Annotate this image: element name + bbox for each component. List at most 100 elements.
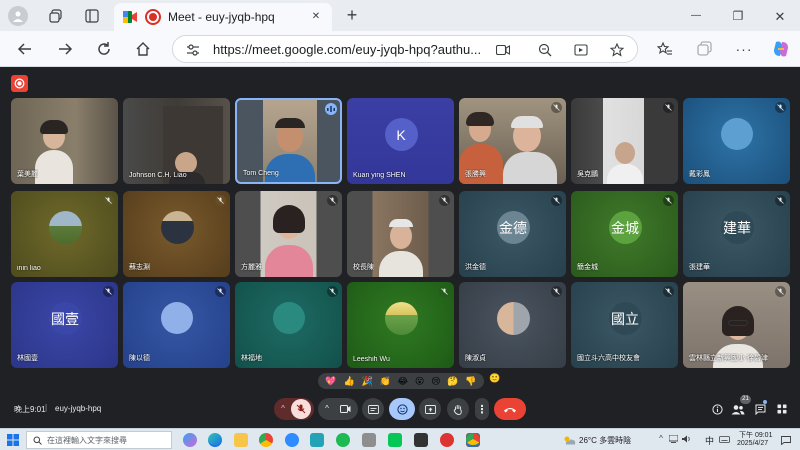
participant-tile[interactable]: K Kuan ying SHEN [347,98,454,184]
windows-start-icon[interactable] [6,433,20,447]
favorites-icon[interactable] [656,40,674,58]
leave-call-button[interactable] [494,398,526,420]
edge-taskbar-icon[interactable] [208,433,222,447]
reaction-party[interactable]: 🎉 [361,376,372,386]
reaction-thumbs-up[interactable]: 👍 [343,376,354,386]
line-app-icon[interactable] [388,433,402,447]
chat-icon[interactable] [753,402,767,416]
people-icon[interactable] [730,402,746,416]
close-window-icon[interactable]: ✕ [772,8,788,24]
reaction-skin-tone[interactable]: 🙂 [489,374,500,383]
reaction-laugh[interactable]: 😂 [398,376,409,386]
forward-icon[interactable] [56,40,74,58]
game-app-icon[interactable] [440,433,454,447]
reaction-sad[interactable]: 😢 [431,376,440,386]
camera-toggle-button[interactable] [336,400,354,418]
read-aloud-icon[interactable] [573,42,589,58]
recording-indicator-icon[interactable] [11,75,28,92]
participant-tile-active-speaker[interactable]: Tom Cheng [235,98,342,184]
participant-tile[interactable]: 張勝興 [459,98,566,184]
zoom-icon[interactable] [537,42,553,58]
raise-hand-button[interactable] [447,398,469,420]
keyboard-icon[interactable] [718,434,730,444]
ime-indicator[interactable]: 中 [705,434,714,447]
emoji-reactions-button[interactable] [389,398,415,420]
participant-name: 方麗雅 [241,264,262,271]
media-app-icon[interactable] [414,433,428,447]
taskbar-search-placeholder: 在這裡輸入文字來搜尋 [47,436,127,445]
new-tab-icon[interactable]: + [343,6,361,24]
camera-options-chevron-icon[interactable]: ^ [321,403,333,415]
minimize-icon[interactable]: — [688,8,704,24]
site-info-icon[interactable] [185,42,201,58]
participant-tile[interactable]: 戴彩鳳 [683,98,790,184]
home-icon[interactable] [134,40,152,58]
reaction-thinking[interactable]: 🤔 [447,376,458,386]
reaction-heart[interactable]: 💖 [325,376,336,386]
participant-tile[interactable]: 蘇志淵 [123,191,230,277]
url-text[interactable]: https://meet.google.com/euy-jyqb-hpq?aut… [213,42,489,57]
participant-tile[interactable]: 方麗雅 [235,191,342,277]
tray-overflow-icon[interactable]: ^ [656,434,666,444]
activities-icon[interactable] [775,402,789,416]
participant-tile[interactable]: 陳淑貞 [459,282,566,368]
back-icon[interactable] [16,40,34,58]
meeting-info-icon[interactable] [710,402,724,416]
network-icon[interactable] [668,434,678,444]
more-options-icon[interactable]: ··· [735,40,753,58]
captions-button[interactable] [362,398,384,420]
mic-toggle-button[interactable] [291,399,311,419]
spotify-icon[interactable] [336,433,350,447]
more-options-button[interactable]: ⋮ [475,398,489,420]
participant-tile[interactable]: 雲林縣立新興國小 徐碧津 [683,282,790,368]
weather-text[interactable]: 26°C 多雲時陰 [579,435,631,446]
collections-icon[interactable] [696,40,714,58]
participant-avatar: 國立 [608,302,642,336]
address-bar[interactable]: https://meet.google.com/euy-jyqb-hpq?aut… [172,35,638,63]
participant-tile[interactable]: 國立 國立斗六高中校友會 [571,282,678,368]
participant-tile[interactable]: 林福地 [235,282,342,368]
participant-avatar: 國壹 [48,302,82,336]
clock-time[interactable]: 下午 09:01 [739,430,772,440]
notes-app-icon[interactable] [362,433,376,447]
copilot-icon[interactable] [771,39,791,59]
close-tab-icon[interactable]: ✕ [310,11,322,23]
participant-tile[interactable]: 校長陳 [347,191,454,277]
participant-tile[interactable]: inin liao [11,191,118,277]
participant-tile[interactable]: 金城 簡金城 [571,191,678,277]
default-avatar-icon [160,302,193,335]
reaction-clap[interactable]: 👏 [380,376,391,386]
zoom-app-icon[interactable] [285,433,299,447]
copilot-taskbar-icon[interactable] [183,433,197,447]
tab-actions-icon[interactable] [84,8,100,24]
participant-tile[interactable]: 吳克鵬 [571,98,678,184]
mic-off-icon [215,286,226,297]
refresh-icon[interactable] [95,40,113,58]
workspaces-icon[interactable] [48,8,64,24]
chrome-taskbar-icon[interactable] [259,433,273,447]
profile-icon[interactable] [8,6,28,26]
reaction-thumbs-down[interactable]: 👎 [465,376,476,386]
participant-tile[interactable]: 陳以德 [123,282,230,368]
clock-date[interactable]: 2025/4/27 [737,440,768,447]
participant-tile[interactable]: Leeshih Wu [347,282,454,368]
participant-tile[interactable]: 金德 洪金德 [459,191,566,277]
maximize-icon[interactable]: ❐ [730,8,746,24]
taskbar-search-box[interactable]: 在這裡輸入文字來搜尋 [26,431,172,449]
mic-options-chevron-icon[interactable]: ^ [277,403,289,415]
favorite-star-icon[interactable] [609,42,625,58]
chrome-running-icon[interactable] [466,433,480,447]
notification-icon[interactable] [780,434,792,446]
active-tab[interactable]: Meet - euy-jyqb-hpq ✕ [114,3,332,31]
app-icon-teal[interactable] [310,433,324,447]
camera-in-use-icon[interactable] [495,42,511,58]
participant-tile[interactable]: Johnson C.H. Liao [123,98,230,184]
participant-tile[interactable]: 建華 張建華 [683,191,790,277]
participant-tile[interactable]: 葉美麗 [11,98,118,184]
file-explorer-icon[interactable] [234,433,248,447]
participant-tile[interactable]: 國壹 林國壹 [11,282,118,368]
present-screen-button[interactable] [419,398,441,420]
reaction-surprised[interactable]: 😮 [415,376,424,386]
volume-icon[interactable] [682,434,692,444]
weather-icon[interactable] [562,433,576,447]
